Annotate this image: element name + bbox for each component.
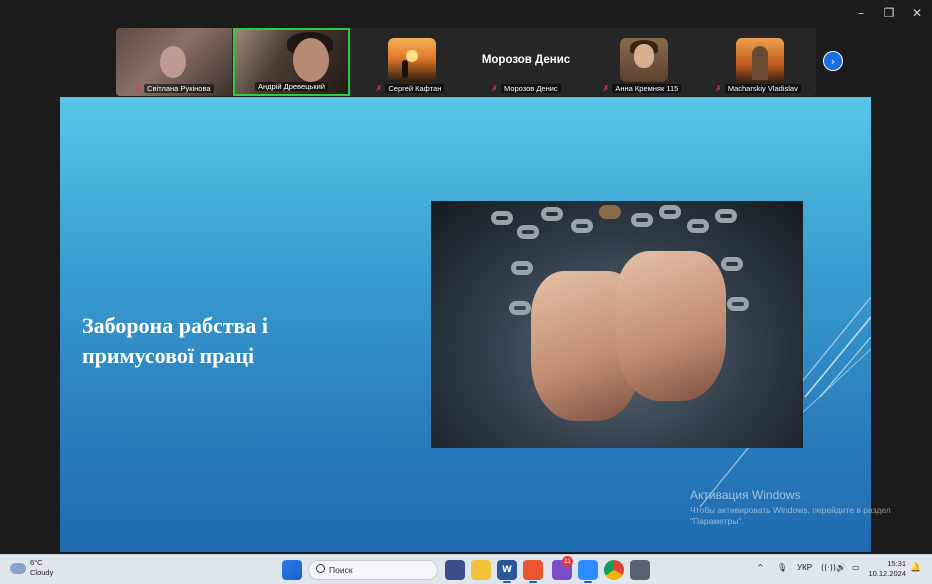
participant-display-name: Морозов Денис xyxy=(481,54,571,66)
participant-tile[interactable]: Морозов Денис ✗ Морозов Денис xyxy=(468,28,584,96)
chain-link xyxy=(541,207,563,221)
chain-link xyxy=(659,205,681,219)
chain-link xyxy=(687,219,709,233)
participant-video xyxy=(160,46,186,78)
windows-activation-watermark-text: Чтобы активировать Windows, перейдите в … xyxy=(690,505,891,526)
mic-muted-icon: ✗ xyxy=(134,83,142,93)
chain-link xyxy=(727,297,749,311)
chrome-icon[interactable] xyxy=(604,560,624,580)
notification-badge: 11 xyxy=(562,556,573,567)
participant-name: Сергей Кафтан xyxy=(385,83,445,93)
search-placeholder: Поиск xyxy=(329,565,353,575)
chain-link xyxy=(715,209,737,223)
camera-app-icon[interactable] xyxy=(523,560,543,580)
mic-muted-icon: ✗ xyxy=(602,83,610,93)
right-fist xyxy=(616,251,726,401)
participant-tile[interactable]: ✗ Сергей Кафтан xyxy=(352,28,468,96)
maximize-button[interactable]: ❐ xyxy=(876,4,902,22)
padlock xyxy=(599,205,621,219)
avatar-face xyxy=(634,44,654,68)
start-windows-icon[interactable] xyxy=(282,560,302,580)
clock-time: 15:31 xyxy=(887,559,906,568)
windows-taskbar: 6°C Cloudy Поиск W 11 ^ 🎙 УКР ((·)) 🔊 ▭ … xyxy=(0,554,932,584)
microphone-icon[interactable]: 🎙 xyxy=(777,563,787,572)
weather-desc: Cloudy xyxy=(30,568,54,577)
close-button[interactable]: ✕ xyxy=(904,4,930,22)
participant-name-bar: ✗ Анна Кремняк 115 xyxy=(586,82,698,94)
volume-icon[interactable]: 🔊 xyxy=(836,563,846,572)
participant-video-face xyxy=(293,38,329,82)
weather-temp: 6°C xyxy=(30,558,43,567)
notification-bell-icon[interactable]: 🔔 xyxy=(910,563,921,573)
search-icon xyxy=(316,564,325,573)
active-indicator xyxy=(584,581,592,583)
chain-link xyxy=(491,211,513,225)
windows-activation-watermark-title: Активация Windows xyxy=(690,488,801,502)
silhouette-image xyxy=(402,60,408,78)
language-indicator[interactable]: УКР xyxy=(797,563,812,572)
participant-name-bar: ✗ Світлана Рукінова xyxy=(118,82,230,94)
wifi-icon[interactable]: ((·)) xyxy=(821,563,836,572)
avatar xyxy=(736,38,784,82)
avatar xyxy=(388,38,436,82)
participant-name-bar: ✗ Сергей Кафтан xyxy=(354,82,466,94)
chained-hands-photo xyxy=(431,201,803,448)
mic-muted-icon: ✗ xyxy=(715,83,722,93)
battery-icon[interactable]: ▭ xyxy=(852,563,860,572)
participant-tile[interactable]: ✗ Світлана Рукінова xyxy=(116,28,232,96)
cloud-icon xyxy=(10,562,26,574)
participant-name-bar: Андрій Древецький xyxy=(237,80,346,92)
chain-link xyxy=(631,213,653,227)
active-indicator xyxy=(529,581,537,583)
next-participants-button[interactable]: › xyxy=(823,51,843,71)
chain-link xyxy=(571,219,593,233)
word-icon[interactable]: W xyxy=(497,560,517,580)
participant-tile[interactable]: ✗ Macharskiy Vladislav xyxy=(700,28,816,96)
participant-tile[interactable]: ✗ Анна Кремняк 115 xyxy=(584,28,700,96)
participant-tile-active-speaker[interactable]: Андрій Древецький xyxy=(233,28,350,96)
minimize-button[interactable]: – xyxy=(848,4,874,22)
mic-muted-icon: ✗ xyxy=(491,83,498,93)
shared-slide: Заборона рабства і примусової праці xyxy=(60,97,871,552)
file-explorer-icon[interactable] xyxy=(471,560,491,580)
slide-title: Заборона рабства і примусової праці xyxy=(82,313,269,368)
chain-link xyxy=(509,301,531,315)
participant-name-bar: ✗ Морозов Денис xyxy=(470,82,582,94)
participant-name: Macharskiy Vladislav xyxy=(724,83,801,93)
clock[interactable]: 15:31 10.12.2024 xyxy=(868,559,906,579)
participant-name: Світлана Рукінова xyxy=(144,83,214,93)
participant-name: Анна Кремняк 115 xyxy=(612,83,682,93)
clock-date: 10.12.2024 xyxy=(868,569,906,578)
participant-strip: ✗ Світлана Рукінова Андрій Древецький ✗ … xyxy=(116,28,816,96)
zoom-icon[interactable] xyxy=(578,560,598,580)
chain-link xyxy=(721,257,743,271)
avatar xyxy=(620,38,668,82)
weather-text: 6°C Cloudy xyxy=(30,558,53,578)
chain-link xyxy=(511,261,533,275)
weather-widget[interactable]: 6°C Cloudy xyxy=(10,558,53,578)
participant-name-bar: ✗ Macharskiy Vladislav xyxy=(702,82,814,94)
mic-muted-icon: ✗ xyxy=(375,83,383,93)
zoom-meeting-window: – ❐ ✕ ✗ Світлана Рукінова Андрій Древець… xyxy=(0,0,932,584)
participant-name: Морозов Денис xyxy=(501,83,561,93)
participant-name: Андрій Древецький xyxy=(255,81,328,91)
chain-link xyxy=(517,225,539,239)
save-disk-icon[interactable] xyxy=(445,560,465,580)
search-box[interactable]: Поиск xyxy=(308,560,438,580)
avatar-figure xyxy=(752,46,768,80)
sunset-image xyxy=(406,50,418,62)
settings-gear-icon[interactable] xyxy=(630,560,650,580)
show-hidden-icons-button[interactable]: ^ xyxy=(757,563,764,572)
active-indicator xyxy=(503,581,511,583)
